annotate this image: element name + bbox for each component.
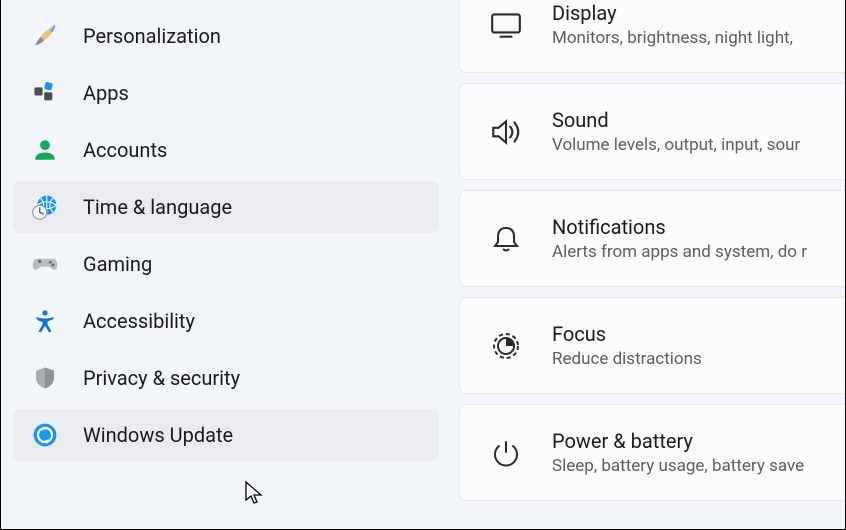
card-title: Display <box>552 1 793 25</box>
card-focus[interactable]: Focus Reduce distractions <box>459 297 845 394</box>
display-icon <box>488 7 524 43</box>
card-text: Notifications Alerts from apps and syste… <box>552 215 807 262</box>
sidebar-nav: Personalization Apps Accounts <box>1 0 451 529</box>
paintbrush-icon <box>31 22 59 50</box>
nav-label: Apps <box>83 81 421 105</box>
card-title: Power & battery <box>552 429 804 453</box>
person-icon <box>31 136 59 164</box>
card-text: Power & battery Sleep, battery usage, ba… <box>552 429 804 476</box>
sound-icon <box>488 114 524 150</box>
apps-icon <box>31 79 59 107</box>
card-title: Notifications <box>552 215 807 239</box>
card-subtitle: Reduce distractions <box>552 349 702 369</box>
card-title: Focus <box>552 322 702 346</box>
update-icon <box>31 421 59 449</box>
gamepad-icon <box>31 250 59 278</box>
card-text: Display Monitors, brightness, night ligh… <box>552 1 793 48</box>
card-subtitle: Alerts from apps and system, do r <box>552 242 807 262</box>
bell-icon <box>488 221 524 257</box>
shield-icon <box>31 364 59 392</box>
power-icon <box>488 435 524 471</box>
focus-icon <box>488 328 524 364</box>
settings-window: Personalization Apps Accounts <box>0 0 846 530</box>
nav-item-privacy-security[interactable]: Privacy & security <box>13 352 439 404</box>
nav-label: Windows Update <box>83 423 421 447</box>
card-sound[interactable]: Sound Volume levels, output, input, sour <box>459 83 845 180</box>
card-subtitle: Monitors, brightness, night light, <box>552 28 793 48</box>
card-power-battery[interactable]: Power & battery Sleep, battery usage, ba… <box>459 404 845 501</box>
nav-item-accessibility[interactable]: Accessibility <box>13 295 439 347</box>
card-title: Sound <box>552 108 800 132</box>
nav-label: Personalization <box>83 24 421 48</box>
nav-item-personalization[interactable]: Personalization <box>13 10 439 62</box>
nav-label: Time & language <box>83 195 421 219</box>
nav-label: Accounts <box>83 138 421 162</box>
accessibility-icon <box>31 307 59 335</box>
nav-item-accounts[interactable]: Accounts <box>13 124 439 176</box>
globe-clock-icon <box>31 193 59 221</box>
card-text: Focus Reduce distractions <box>552 322 702 369</box>
nav-item-time-language[interactable]: Time & language <box>13 181 439 233</box>
nav-item-gaming[interactable]: Gaming <box>13 238 439 290</box>
nav-item-apps[interactable]: Apps <box>13 67 439 119</box>
nav-label: Privacy & security <box>83 366 421 390</box>
nav-label: Accessibility <box>83 309 421 333</box>
card-subtitle: Volume levels, output, input, sour <box>552 135 800 155</box>
card-display[interactable]: Display Monitors, brightness, night ligh… <box>459 0 845 73</box>
card-notifications[interactable]: Notifications Alerts from apps and syste… <box>459 190 845 287</box>
settings-cards: Display Monitors, brightness, night ligh… <box>451 0 845 529</box>
card-text: Sound Volume levels, output, input, sour <box>552 108 800 155</box>
nav-label: Gaming <box>83 252 421 276</box>
nav-item-windows-update[interactable]: Windows Update <box>13 409 439 461</box>
card-subtitle: Sleep, battery usage, battery save <box>552 456 804 476</box>
